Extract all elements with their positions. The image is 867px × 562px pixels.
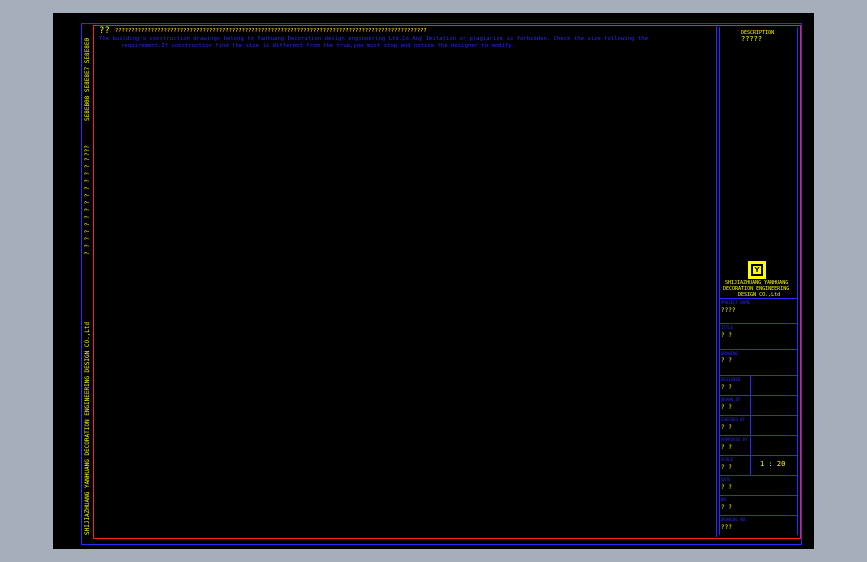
- row-line: [719, 435, 797, 436]
- left-strip-text-2: ???: [84, 145, 91, 156]
- row-value-drawing: ? ?: [721, 357, 732, 364]
- row-value-designed: ? ?: [721, 384, 732, 391]
- row-line: [719, 495, 797, 496]
- header-mark: ??: [99, 26, 110, 36]
- header-note-1: The building's construction drawings bel…: [99, 36, 648, 42]
- row-line: [719, 349, 797, 350]
- row-label-scale: SCALE: [721, 457, 734, 462]
- row-value-drawn: ? ?: [721, 404, 732, 411]
- row-label-project: PROJECT NAME: [721, 300, 750, 305]
- title-block-inner-right: [797, 27, 798, 535]
- header-title-line: ????????????????????????????????????????…: [115, 28, 427, 34]
- title-block-divider: [716, 25, 717, 537]
- inner-frame: [93, 25, 801, 539]
- row-line: [719, 323, 797, 324]
- row-line: [719, 298, 797, 299]
- row-value-title: ? ?: [721, 332, 732, 339]
- row-label-date: DATE: [721, 477, 731, 482]
- row-label-drawn: DRAWN BY: [721, 397, 741, 402]
- row-label-checked: CHECKED BY: [721, 417, 746, 422]
- logo-icon: Y: [754, 265, 760, 274]
- scale-value: 1 : 20: [760, 460, 786, 468]
- row-label-no: NO.: [721, 497, 729, 502]
- row-value-drawing-no: ???: [721, 524, 732, 531]
- row-line: [719, 515, 797, 516]
- drawing-canvas[interactable]: SE8EB08 SE8E8E7 SE8E8E0 ??? ? ? ? ? ? ? …: [53, 13, 814, 549]
- header-note-2: requirement.If construction find the siz…: [121, 43, 516, 49]
- row-label-drawing-no: DRAWING NO.: [721, 517, 748, 522]
- row-line: [719, 375, 797, 376]
- row-line: [719, 415, 797, 416]
- row-split: [750, 375, 751, 475]
- row-value-project: ????: [721, 307, 736, 314]
- row-label-designed: DESIGNED: [721, 377, 741, 382]
- row-line: [719, 455, 797, 456]
- row-line: [719, 475, 797, 476]
- left-strip-text-1: SE8EB08 SE8E8E7 SE8E8E0: [84, 37, 91, 121]
- left-strip-text-3: ? ? ? ? ? ? ? ? ? ? ? ? ? ?: [84, 157, 91, 255]
- title-block-inner-left: [719, 27, 720, 535]
- left-strip-company: SHIJIAZHUANG YANHUANG DECORATION ENGINEE…: [84, 321, 91, 535]
- company-logo: Y: [748, 261, 766, 279]
- row-value-checked: ? ?: [721, 424, 732, 431]
- row-value-date: ? ?: [721, 484, 732, 491]
- row-line: [719, 395, 797, 396]
- row-value-scale: ? ?: [721, 464, 732, 471]
- row-label-drawing: DRAWING: [721, 351, 738, 356]
- row-label-title: TITLE: [721, 325, 734, 330]
- row-label-approved: APPROVED BY: [721, 437, 748, 442]
- row-value-approved: ? ?: [721, 444, 732, 451]
- description-value: ?????: [741, 35, 763, 43]
- row-value-no: ? ?: [721, 504, 732, 511]
